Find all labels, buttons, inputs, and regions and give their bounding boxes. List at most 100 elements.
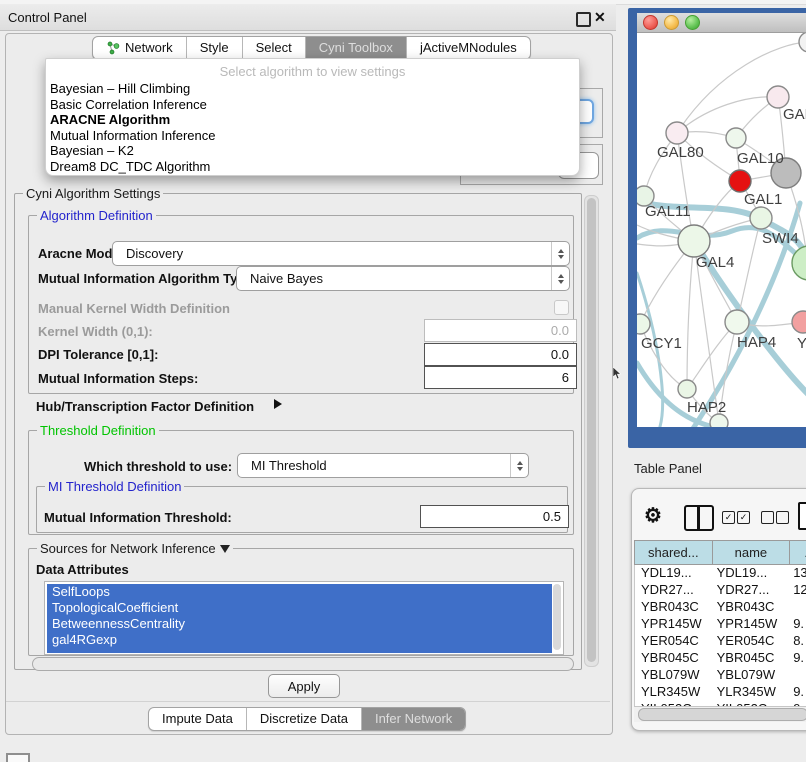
tab-style[interactable]: Style — [187, 37, 243, 59]
mi-steps-label: Mutual Information Steps: — [38, 371, 198, 386]
data-attributes-list: SelfLoops TopologicalCoefficient Between… — [44, 581, 564, 655]
mi-type-combobox[interactable]: Naive Bayes — [236, 266, 570, 291]
mi-steps-field[interactable]: 6 — [424, 366, 577, 389]
close-icon[interactable]: ✕ — [594, 9, 606, 26]
which-threshold-label: Which threshold to use: — [84, 459, 232, 474]
tab-impute-data[interactable]: Impute Data — [149, 708, 247, 730]
kernel-width-field[interactable]: 0.0 — [424, 319, 577, 342]
control-panel-tabs: Network Style Select Cyni Toolbox jActiv… — [92, 36, 531, 60]
spinner-icon — [551, 242, 569, 265]
network-canvas[interactable]: GAL GAL80 GAL10 GAL1 GAL11 SWI4 GAL4 GCY… — [637, 33, 806, 427]
tab-select[interactable]: Select — [243, 37, 306, 59]
settings-scrollbar-track[interactable] — [584, 195, 599, 667]
network-node-gal4[interactable] — [678, 225, 710, 257]
algorithm-option[interactable]: Mutual Information Inference — [46, 128, 579, 144]
network-icon — [106, 41, 120, 55]
algorithm-option[interactable]: Bayesian – K2 — [46, 143, 579, 159]
network-node-swi4[interactable] — [750, 207, 772, 229]
network-node[interactable] — [792, 311, 806, 333]
attribute-item[interactable]: gal4RGexp — [47, 632, 552, 648]
aracne-mode-value: Discovery — [113, 246, 183, 261]
table-row[interactable]: YER054CYER054C8. — [635, 633, 806, 650]
zoom-traffic-light-icon[interactable] — [685, 15, 700, 30]
network-node-gcy1[interactable] — [637, 314, 650, 334]
collapse-arrow-icon[interactable] — [220, 545, 230, 553]
kernel-width-label: Kernel Width (0,1): — [38, 324, 153, 339]
network-node[interactable] — [767, 86, 789, 108]
settings-hscrollbar[interactable] — [32, 657, 574, 671]
node-label: GAL4 — [696, 254, 734, 271]
network-node-hap4[interactable] — [725, 310, 749, 334]
tab-cyni-toolbox[interactable]: Cyni Toolbox — [306, 37, 407, 59]
minimize-traffic-light-icon[interactable] — [664, 15, 679, 30]
table-header: shared... name A — [634, 540, 806, 565]
sources-title-text: Sources for Network Inference — [40, 541, 216, 556]
node-label: GAL10 — [737, 150, 784, 167]
deselect-all-checkbox-icon[interactable] — [776, 511, 789, 524]
manual-kernel-checkbox[interactable] — [554, 300, 569, 315]
column-header-cut[interactable]: A — [790, 541, 806, 565]
select-all-checkbox-icon[interactable]: ✓ — [722, 511, 735, 524]
tab-discretize-data[interactable]: Discretize Data — [247, 708, 362, 730]
float-window-icon[interactable] — [576, 12, 591, 27]
table-row[interactable]: YBL079WYBL079W — [635, 667, 806, 684]
mi-type-value: Naive Bayes — [237, 271, 323, 286]
algorithm-definition-title: Algorithm Definition — [37, 208, 156, 223]
table-row[interactable]: YPR145WYPR145W9. — [635, 616, 806, 633]
tab-infer-network[interactable]: Infer Network — [362, 708, 465, 730]
aracne-mode-combobox[interactable]: Discovery — [112, 241, 570, 266]
network-node[interactable] — [799, 33, 806, 52]
apply-button[interactable]: Apply — [268, 674, 340, 698]
table-row[interactable]: YLR345WYLR345W9. — [635, 684, 806, 701]
expand-arrow-icon[interactable] — [274, 399, 282, 409]
mi-threshold-field[interactable]: 0.5 — [420, 505, 569, 528]
tab-select-label: Select — [256, 37, 292, 59]
which-threshold-combobox[interactable]: MI Threshold — [237, 453, 529, 478]
attribute-item[interactable]: SelfLoops — [47, 584, 552, 600]
control-panel-title: Control Panel — [0, 10, 87, 25]
node-label: SWI4 — [762, 230, 799, 247]
tab-network[interactable]: Network — [93, 37, 187, 59]
which-threshold-value: MI Threshold — [238, 458, 327, 473]
attribute-item-partial[interactable] — [47, 648, 552, 653]
attribute-item[interactable]: BetweennessCentrality — [47, 616, 552, 632]
network-node-gal80[interactable] — [666, 122, 688, 144]
algorithm-option[interactable]: Bayesian – Hill Climbing — [46, 81, 579, 97]
mouse-cursor — [613, 367, 623, 380]
tab-impute-data-label: Impute Data — [162, 708, 233, 730]
column-layout-icon[interactable] — [684, 505, 714, 531]
cyni-mode-tabs: Impute Data Discretize Data Infer Networ… — [148, 707, 466, 731]
attribute-item[interactable]: TopologicalCoefficient — [47, 600, 552, 616]
gear-icon[interactable]: ⚙ — [644, 503, 662, 528]
table-row[interactable]: YDL19...YDL19...13 — [635, 565, 806, 582]
algorithm-option[interactable]: Dream8 DC_TDC Algorithm — [46, 159, 579, 175]
select-all-checkbox-icon[interactable]: ✓ — [737, 511, 750, 524]
algorithm-option[interactable]: Basic Correlation Inference — [46, 97, 579, 113]
table-row[interactable]: YBR045CYBR045C9. — [635, 650, 806, 667]
node-label: GAL80 — [657, 144, 704, 161]
table-panel-title: Table Panel — [634, 461, 702, 476]
algorithm-option-selected[interactable]: ARACNE Algorithm — [46, 112, 579, 128]
table-body: YDL19...YDL19...13 YDR27...YDR27...12 YB… — [634, 565, 806, 706]
spinner-icon — [551, 267, 569, 290]
network-node-hap2[interactable] — [678, 380, 696, 398]
threshold-definition-title: Threshold Definition — [37, 423, 159, 438]
tab-jactivemnodules[interactable]: jActiveMNodules — [407, 37, 530, 59]
column-header-shared-name[interactable]: shared... — [635, 541, 713, 565]
column-header-name[interactable]: name — [713, 541, 791, 565]
table-hscrollbar-thumb[interactable] — [638, 708, 806, 721]
network-node-gal10[interactable] — [726, 128, 746, 148]
network-node-selected[interactable] — [729, 170, 751, 192]
table-row[interactable]: YBR043CYBR043C — [635, 599, 806, 616]
node-label: HAP2 — [687, 399, 726, 416]
document-icon[interactable] — [798, 502, 806, 530]
network-window-titlebar[interactable] — [637, 13, 806, 33]
cyni-algorithm-settings-title: Cyni Algorithm Settings — [23, 186, 163, 201]
attribute-list-scrollbar[interactable] — [553, 584, 561, 650]
minimized-panel-icon[interactable] — [6, 753, 30, 762]
settings-scrollbar-thumb[interactable] — [587, 198, 596, 662]
dpi-tolerance-field[interactable]: 0.0 — [424, 343, 577, 366]
deselect-all-checkbox-icon[interactable] — [761, 511, 774, 524]
table-row[interactable]: YDR27...YDR27...12 — [635, 582, 806, 599]
close-traffic-light-icon[interactable] — [643, 15, 658, 30]
